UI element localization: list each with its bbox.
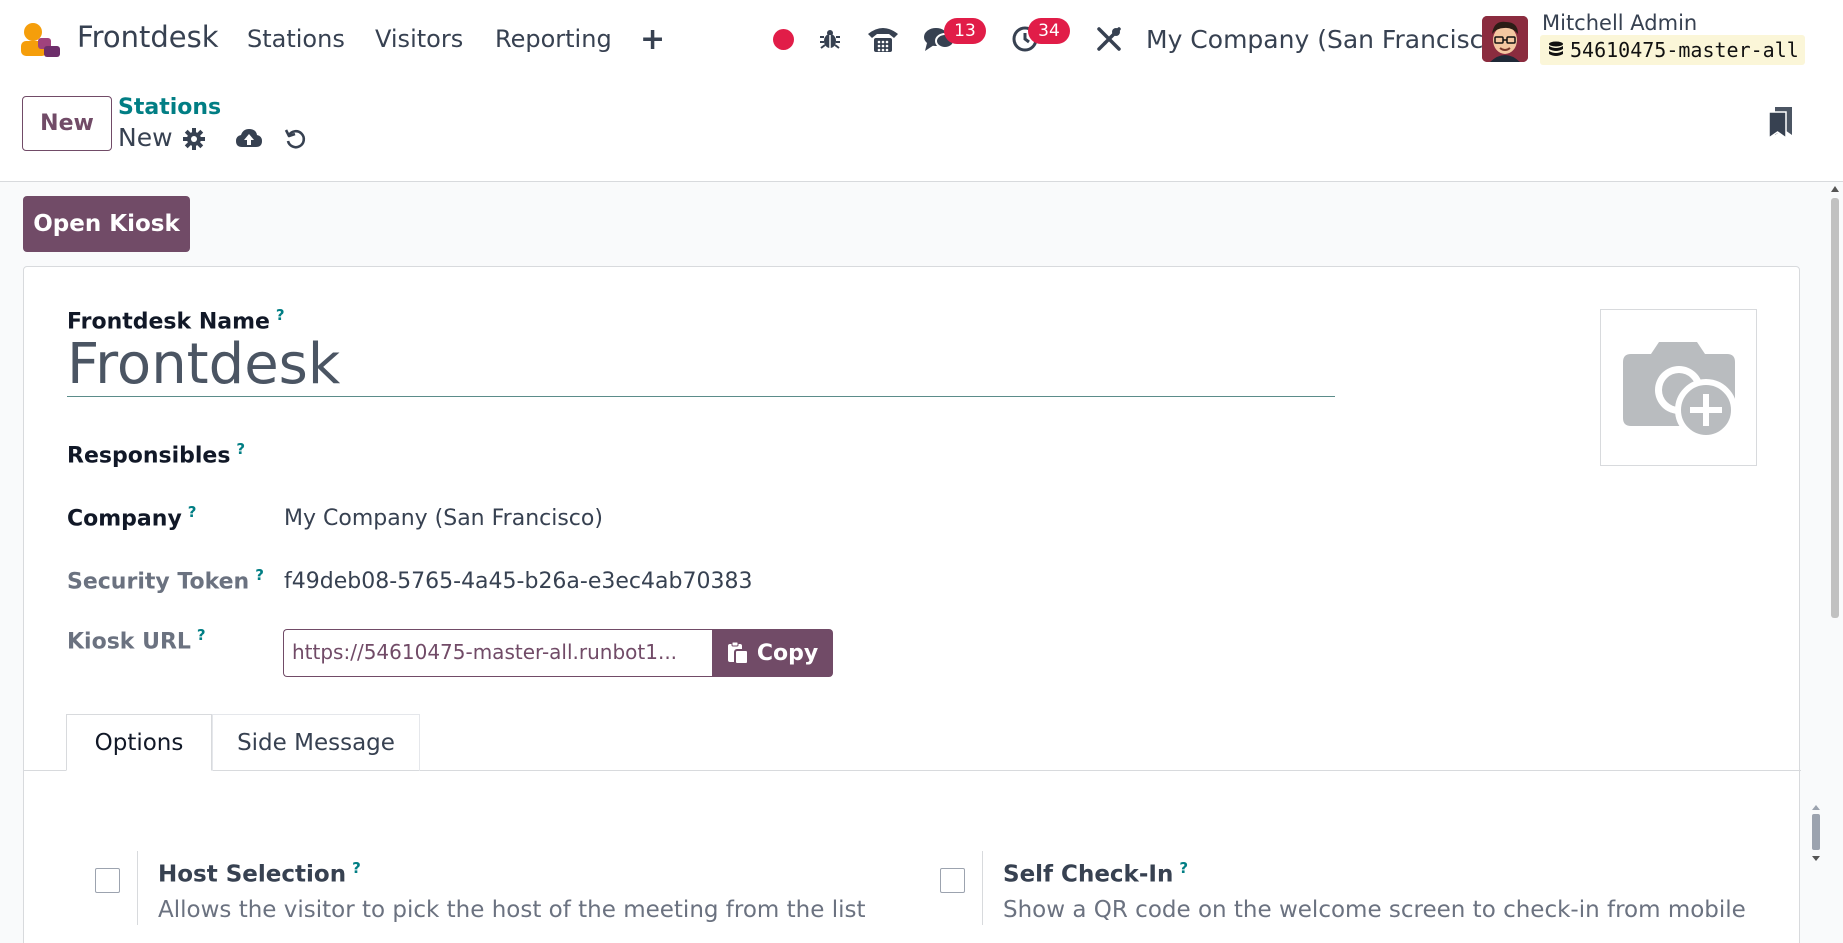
tools-icon[interactable] bbox=[1094, 24, 1124, 54]
activities-badge: 34 bbox=[1028, 18, 1070, 44]
notebook-tabs: Options Side Message bbox=[24, 714, 1801, 771]
top-navbar: Frontdesk Stations Visitors Reporting + … bbox=[0, 0, 1843, 78]
user-avatar[interactable] bbox=[1482, 16, 1528, 62]
help-tooltip[interactable]: ? bbox=[188, 503, 197, 521]
tab-side-message[interactable]: Side Message bbox=[212, 714, 420, 771]
recording-icon[interactable] bbox=[768, 24, 798, 54]
help-tooltip[interactable]: ? bbox=[236, 440, 245, 458]
database-icon bbox=[1549, 41, 1563, 56]
image-upload[interactable] bbox=[1600, 309, 1757, 466]
copy-button[interactable]: Copy bbox=[712, 629, 833, 677]
host-selection-label: Host Selection? bbox=[158, 859, 361, 888]
form-content: Open Kiosk Frontdesk Name? Frontdesk Res… bbox=[0, 182, 1843, 943]
inner-scrollbar[interactable] bbox=[1810, 803, 1822, 863]
app-name[interactable]: Frontdesk bbox=[77, 20, 219, 54]
clipboard-icon bbox=[727, 641, 749, 665]
security-token-value: f49deb08-5765-4a45-b26a-e3ec4ab70383 bbox=[284, 569, 753, 594]
bug-icon[interactable] bbox=[815, 24, 845, 54]
menu-stations[interactable]: Stations bbox=[247, 25, 345, 53]
self-checkin-label: Self Check-In? bbox=[1003, 859, 1189, 888]
frontdesk-app-icon[interactable] bbox=[20, 22, 62, 58]
company-switcher[interactable]: My Company (San Francisco) bbox=[1146, 25, 1508, 54]
company-label: Company? bbox=[67, 503, 197, 532]
self-checkin-description: Show a QR code on the welcome screen to … bbox=[1003, 897, 1746, 923]
gear-icon[interactable] bbox=[179, 124, 209, 154]
discard-undo-icon[interactable] bbox=[281, 124, 311, 154]
help-tooltip[interactable]: ? bbox=[1179, 859, 1188, 877]
new-button[interactable]: New bbox=[22, 96, 112, 151]
help-tooltip[interactable]: ? bbox=[197, 626, 206, 644]
kiosk-url-field[interactable]: https://54610475-master-all.runbot1... bbox=[283, 629, 712, 677]
responsibles-label: Responsibles? bbox=[67, 440, 246, 469]
user-name[interactable]: Mitchell Admin bbox=[1542, 11, 1697, 35]
breadcrumb-stations[interactable]: Stations bbox=[118, 95, 221, 120]
breadcrumb-current: New bbox=[118, 123, 173, 152]
company-value[interactable]: My Company (San Francisco) bbox=[284, 506, 603, 531]
tab-options[interactable]: Options bbox=[66, 714, 212, 771]
option-divider bbox=[137, 851, 138, 925]
help-tooltip[interactable]: ? bbox=[255, 566, 264, 584]
menu-visitors[interactable]: Visitors bbox=[375, 25, 463, 53]
phone-icon[interactable] bbox=[865, 24, 901, 54]
frontdesk-name-input[interactable]: Frontdesk bbox=[67, 333, 1335, 397]
kiosk-url-group: https://54610475-master-all.runbot1... C… bbox=[283, 629, 833, 677]
security-token-label: Security Token? bbox=[67, 566, 264, 595]
help-tooltip[interactable]: ? bbox=[276, 306, 285, 324]
new-menu-plus-icon[interactable]: + bbox=[640, 22, 665, 57]
menu-reporting[interactable]: Reporting bbox=[495, 25, 612, 53]
self-checkin-checkbox[interactable] bbox=[940, 868, 965, 893]
database-name: 54610475-master-all bbox=[1570, 38, 1799, 62]
open-kiosk-button[interactable]: Open Kiosk bbox=[23, 196, 190, 252]
database-badge: 54610475-master-all bbox=[1540, 35, 1805, 65]
page-scrollbar[interactable] bbox=[1828, 186, 1842, 943]
add-photo-camera-icon bbox=[1622, 341, 1737, 441]
messages-badge: 13 bbox=[944, 18, 986, 44]
bookmark-icon[interactable] bbox=[1766, 105, 1796, 139]
help-tooltip[interactable]: ? bbox=[352, 859, 361, 877]
control-panel: New Stations New bbox=[0, 78, 1843, 182]
form-sheet: Frontdesk Name? Frontdesk Responsibles? … bbox=[23, 266, 1820, 943]
host-selection-description: Allows the visitor to pick the host of t… bbox=[158, 897, 866, 923]
host-selection-checkbox[interactable] bbox=[95, 868, 120, 893]
kiosk-url-label: Kiosk URL? bbox=[67, 626, 206, 655]
copy-button-label: Copy bbox=[756, 640, 819, 666]
frontdesk-name-label: Frontdesk Name? bbox=[67, 306, 285, 335]
option-divider bbox=[982, 851, 983, 925]
save-cloud-icon[interactable] bbox=[234, 124, 264, 154]
